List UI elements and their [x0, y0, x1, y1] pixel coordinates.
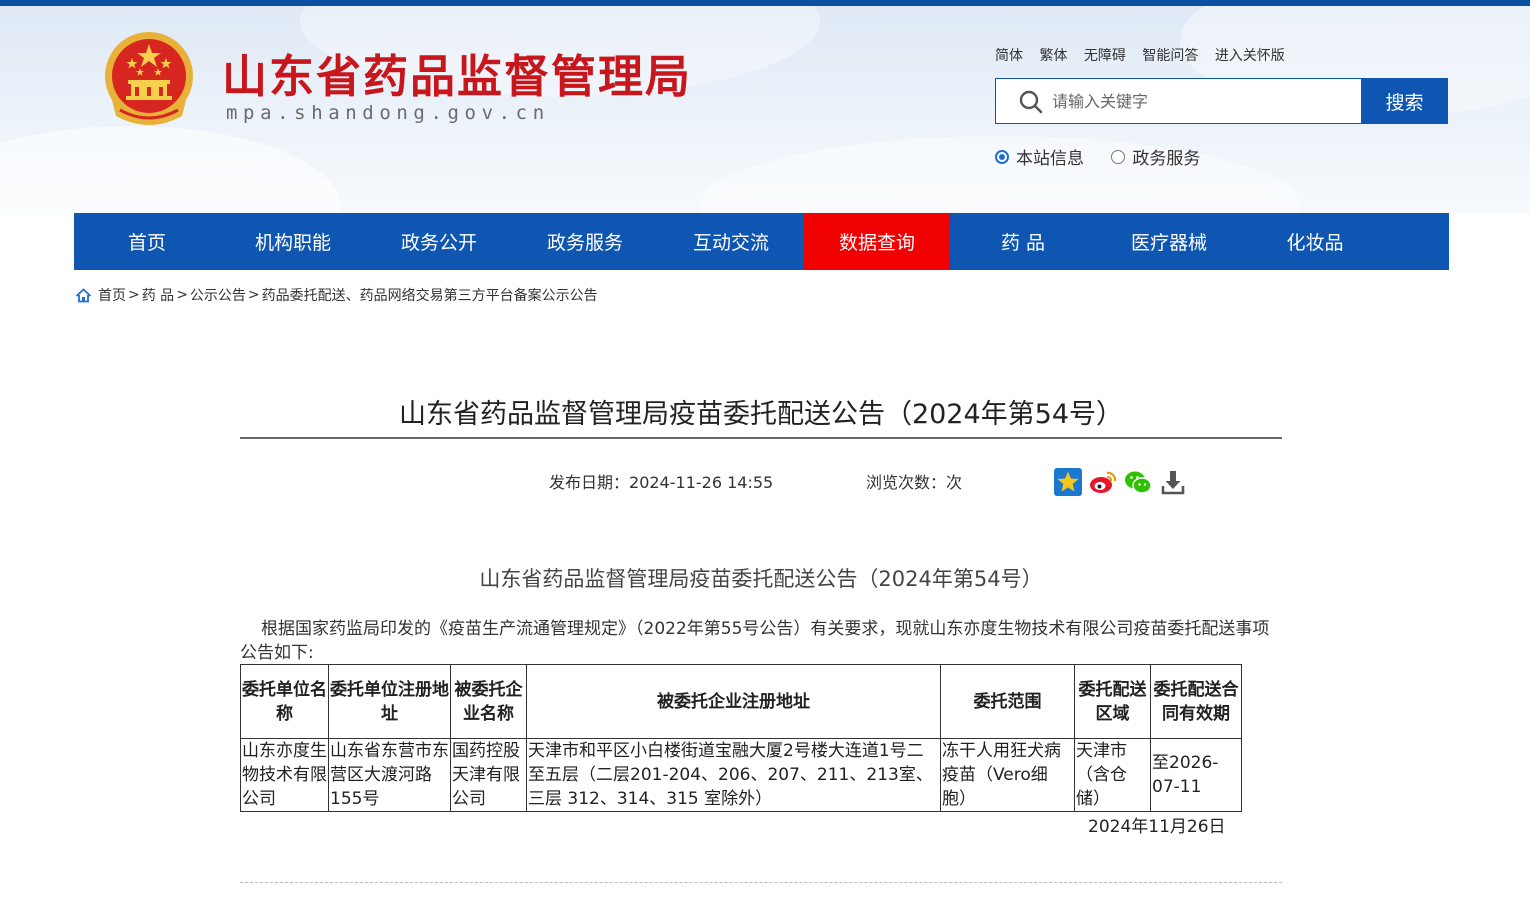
breadcrumb-separator: >	[247, 287, 260, 303]
breadcrumb-home[interactable]: 首页	[98, 285, 126, 305]
star-share-icon[interactable]	[1054, 468, 1082, 496]
scope-site-info-radio[interactable]: 本站信息	[995, 144, 1084, 169]
site-title[interactable]: 山东省药品监督管理局	[222, 40, 692, 105]
weibo-icon[interactable]	[1089, 468, 1117, 496]
search-box	[995, 78, 1361, 124]
wechat-icon[interactable]	[1124, 468, 1152, 496]
site-domain: mpa.shandong.gov.cn	[226, 102, 550, 124]
share-bar	[1054, 468, 1194, 496]
view-count-label: 浏览次数：	[866, 473, 947, 492]
radio-selected-icon	[995, 149, 1009, 164]
scope-gov-service-label: 政务服务	[1132, 149, 1201, 169]
search-icon	[1019, 90, 1043, 114]
cell-entrusted-company: 国药控股天津有限公司	[450, 738, 527, 812]
link-simplified[interactable]: 简体	[995, 48, 1023, 64]
link-care-mode[interactable]: 进入关怀版	[1215, 48, 1285, 64]
download-icon[interactable]	[1159, 468, 1187, 496]
cloud-decoration	[0, 126, 340, 213]
cell-contract-validity: 至2026-07-11	[1150, 738, 1242, 812]
national-emblem-icon	[105, 32, 193, 125]
header-entrusting-unit: 委托单位名称	[240, 664, 329, 739]
signature-date: 2024年11月26日	[1088, 817, 1226, 837]
cell-scope: 冻干人用狂犬病疫苗（Vero细胞）	[940, 738, 1075, 812]
breadcrumb-announcements[interactable]: 公示公告	[190, 285, 246, 305]
cell-delivery-region: 天津市（含仓储）	[1074, 738, 1151, 812]
nav-interaction[interactable]: 互动交流	[658, 213, 804, 270]
link-smart-qa[interactable]: 智能问答	[1142, 48, 1198, 64]
view-count: 浏览次数：次	[866, 469, 962, 493]
nav-gov-services[interactable]: 政务服务	[512, 213, 658, 270]
nav-drugs[interactable]: 药 品	[950, 213, 1096, 270]
top-links: 简体 繁体 无障碍 智能问答 进入关怀版	[995, 45, 1297, 65]
nav-cosmetics[interactable]: 化妆品	[1242, 213, 1388, 270]
header-delivery-region: 委托配送区域	[1074, 664, 1151, 739]
link-traditional[interactable]: 繁体	[1039, 48, 1067, 64]
cell-entrusted-address: 天津市和平区小白楼街道宝融大厦2号楼大连道1号二至五层（二层201-204、20…	[526, 738, 941, 812]
nav-gov-affairs-open[interactable]: 政务公开	[366, 213, 512, 270]
vaccine-delivery-table: 委托单位名称 委托单位注册地址 被委托企业名称 被委托企业注册地址 委托范围 委…	[240, 664, 1242, 812]
home-icon	[75, 287, 92, 302]
article-title: 山东省药品监督管理局疫苗委托配送公告（2024年第54号）	[398, 399, 1124, 430]
publish-date: 发布日期：2024-11-26 14:55	[549, 469, 773, 493]
publish-date-value: 2024-11-26 14:55	[629, 473, 774, 492]
nav-org-functions[interactable]: 机构职能	[220, 213, 366, 270]
view-count-suffix: 次	[946, 473, 963, 492]
nav-data-query[interactable]: 数据查询	[804, 213, 950, 270]
breadcrumb-drugs[interactable]: 药 品	[142, 285, 174, 305]
radio-unselected-icon	[1111, 149, 1126, 164]
nav-medical-devices[interactable]: 医疗器械	[1096, 213, 1242, 270]
link-accessibility[interactable]: 无障碍	[1084, 48, 1126, 64]
cell-entrusting-address: 山东省东营市东营区大渡河路155号	[328, 738, 451, 812]
publish-date-label: 发布日期：	[549, 473, 630, 492]
table-header-row: 委托单位名称 委托单位注册地址 被委托企业名称 被委托企业注册地址 委托范围 委…	[240, 664, 1242, 739]
article-inner-title: 山东省药品监督管理局疫苗委托配送公告（2024年第54号）	[479, 567, 1043, 591]
scope-site-info-label: 本站信息	[1016, 149, 1084, 169]
table-row: 山东亦度生物技术有限公司 山东省东营市东营区大渡河路155号 国药控股天津有限公…	[240, 738, 1242, 812]
breadcrumb-separator: >	[176, 287, 188, 303]
header-contract-validity: 委托配送合同有效期	[1150, 664, 1242, 739]
cell-entrusting-unit: 山东亦度生物技术有限公司	[240, 738, 329, 812]
content-bottom-divider	[240, 882, 1282, 883]
title-divider	[240, 437, 1282, 439]
header-scope: 委托范围	[940, 664, 1075, 739]
search-button[interactable]: 搜索	[1361, 78, 1448, 124]
article-intro: 根据国家药监局印发的《疫苗生产流通管理规定》（2022年第55号公告）有关要求，…	[240, 619, 1270, 663]
main-nav: 首页 机构职能 政务公开 政务服务 互动交流 数据查询 药 品 医疗器械 化妆品	[74, 213, 1449, 270]
search-scope: 本站信息 政务服务	[995, 144, 1222, 169]
search-input[interactable]	[1052, 87, 1352, 115]
header-entrusted-company: 被委托企业名称	[450, 664, 527, 739]
nav-home[interactable]: 首页	[74, 213, 220, 270]
breadcrumb-separator: >	[128, 287, 140, 303]
scope-gov-service-radio[interactable]: 政务服务	[1111, 144, 1200, 169]
header-entrusting-address: 委托单位注册地址	[328, 664, 451, 739]
breadcrumb: 首页 > 药 品 > 公示公告 > 药品委托配送、药品网络交易第三方平台备案公示…	[75, 285, 598, 305]
breadcrumb-current-section[interactable]: 药品委托配送、药品网络交易第三方平台备案公示公告	[262, 285, 598, 305]
header-entrusted-address: 被委托企业注册地址	[526, 664, 941, 739]
